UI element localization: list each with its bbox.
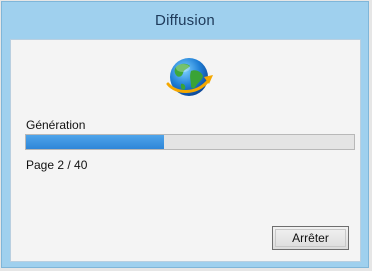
dialog-body: Génération Page 2 / 40 Arrêter — [10, 39, 361, 262]
progress-bar — [25, 134, 355, 150]
globe-arrow-icon — [166, 58, 213, 96]
status-label: Génération — [26, 118, 86, 132]
stop-button[interactable]: Arrêter — [272, 226, 349, 250]
window-title: Diffusion — [155, 11, 215, 29]
page-counter: Page 2 / 40 — [26, 158, 88, 172]
progress-fill — [26, 135, 164, 149]
diffusion-window: Diffusion Génération Page 2 / 40 Arrêter — [1, 1, 369, 268]
title-bar[interactable]: Diffusion — [2, 2, 368, 38]
